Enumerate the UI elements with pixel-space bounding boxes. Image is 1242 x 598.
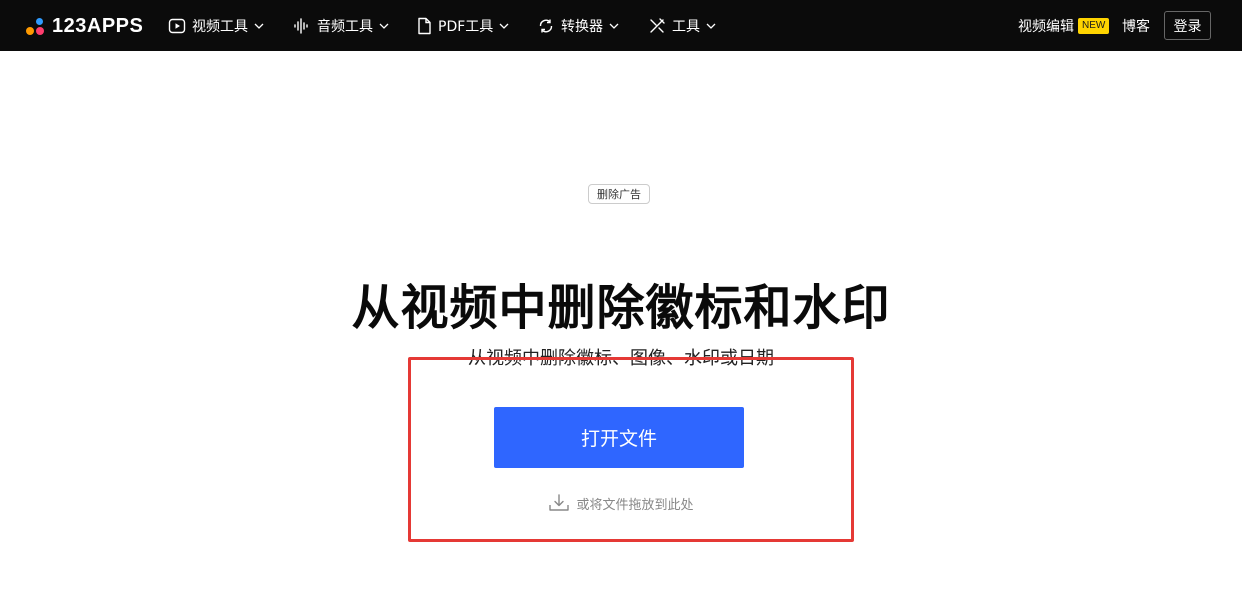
tools-icon xyxy=(650,18,665,33)
nav-audio-tools-label: 音频工具 xyxy=(317,19,373,35)
download-icon xyxy=(549,494,570,511)
page-title: 从视频中删除徽标和水印 xyxy=(351,280,891,336)
nav-video-tools-label: 视频工具 xyxy=(192,19,248,35)
top-navigation-bar: 123APPS 视频工具 音频工具 PDF工具 转换器 工具 视频编辑 NEW … xyxy=(0,0,1242,51)
nav-tools-label: 工具 xyxy=(672,19,700,35)
chevron-down-icon xyxy=(379,23,389,29)
nav-pdf-tools[interactable]: PDF工具 xyxy=(416,15,509,37)
nav-blog-label: 博客 xyxy=(1122,19,1150,35)
chevron-down-icon xyxy=(254,23,264,29)
drop-zone-hint[interactable]: 或将文件拖放到此处 xyxy=(0,492,1242,514)
chevron-down-icon xyxy=(706,23,716,29)
drop-hint-text: 或将文件拖放到此处 xyxy=(576,497,694,513)
nav-video-editor-label: 视频编辑 xyxy=(1018,19,1074,35)
audio-wave-icon xyxy=(294,18,308,34)
logo[interactable]: 123APPS xyxy=(26,14,143,38)
page-subtitle: 从视频中删除徽标、图像、水印或日期 xyxy=(468,348,774,369)
logo-dots-icon xyxy=(26,16,46,36)
convert-icon xyxy=(539,19,553,33)
new-badge: NEW xyxy=(1078,18,1110,34)
nav-pdf-tools-label: PDF工具 xyxy=(438,19,494,35)
nav-converters-label: 转换器 xyxy=(561,19,603,35)
nav-video-editor[interactable]: 视频编辑 NEW xyxy=(1018,15,1110,37)
nav-tools[interactable]: 工具 xyxy=(648,15,716,37)
login-button[interactable]: 登录 xyxy=(1164,11,1211,40)
remove-ads-button[interactable]: 删除广告 xyxy=(588,184,650,204)
nav-video-tools[interactable]: 视频工具 xyxy=(168,15,264,37)
play-circle-icon xyxy=(168,18,186,34)
document-icon xyxy=(418,17,431,35)
nav-blog[interactable]: 博客 xyxy=(1122,15,1150,37)
logo-text: 123APPS xyxy=(52,14,144,37)
chevron-down-icon xyxy=(499,23,509,29)
nav-audio-tools[interactable]: 音频工具 xyxy=(293,15,389,37)
chevron-down-icon xyxy=(609,23,619,29)
open-file-button[interactable]: 打开文件 xyxy=(494,407,744,468)
nav-converters[interactable]: 转换器 xyxy=(537,15,619,37)
